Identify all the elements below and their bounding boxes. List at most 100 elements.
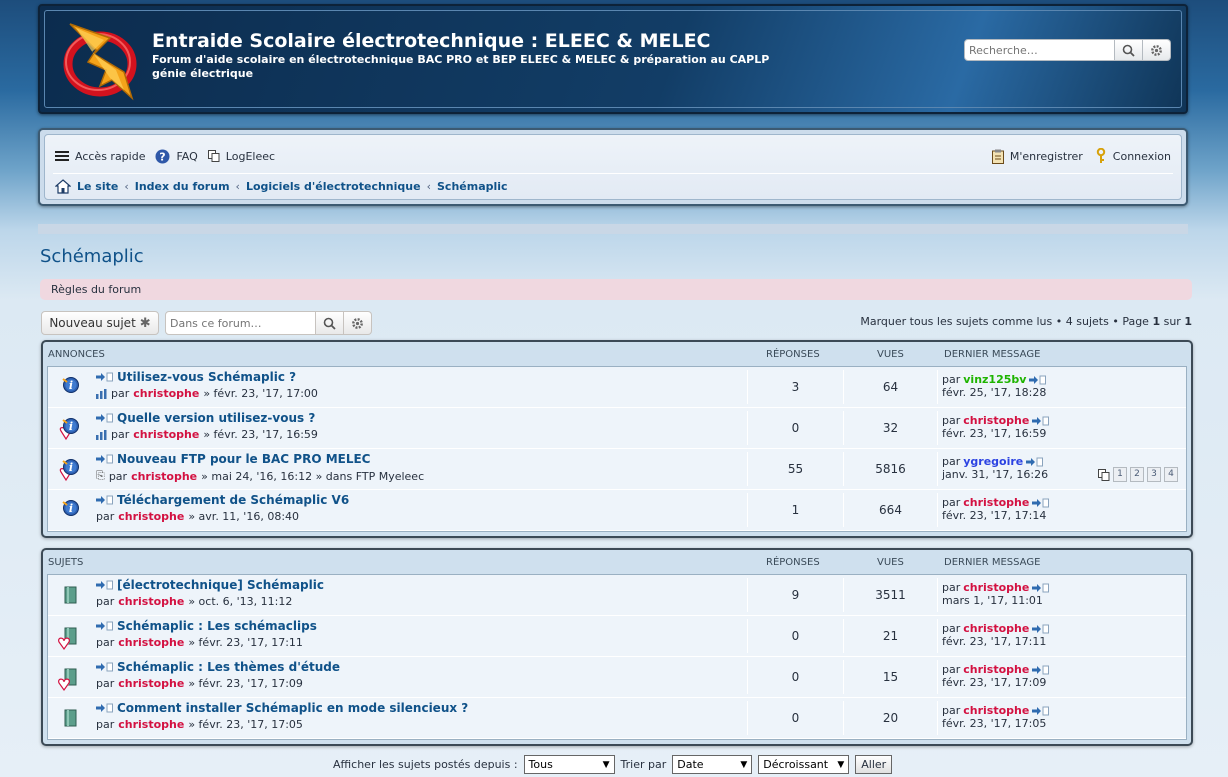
forum-search-input[interactable] [165, 311, 316, 335]
go-to-post-icon[interactable] [1032, 416, 1050, 426]
go-to-post-icon[interactable] [1032, 624, 1050, 634]
mark-read-link[interactable]: Marquer tous les sujets comme lus [860, 315, 1052, 328]
faq-link[interactable]: FAQ [176, 150, 197, 163]
by-label: par [96, 718, 115, 731]
site-logo-icon[interactable] [62, 20, 140, 102]
go-to-post-icon[interactable] [96, 621, 113, 631]
go-to-post-icon[interactable] [96, 372, 113, 382]
by-label: par [111, 387, 130, 400]
topic-row[interactable]: Schémaplic : Les schémaclips par christoph… [48, 616, 1186, 657]
announcements-list: i Utilisez-vous Schémaplic ? par christophe… [47, 366, 1187, 532]
go-to-post-icon[interactable] [1032, 706, 1050, 716]
go-to-post-icon[interactable] [1032, 583, 1050, 593]
go-to-post-icon[interactable] [1032, 665, 1050, 675]
header-search-button[interactable] [1115, 39, 1143, 61]
breadcrumb-forum-index[interactable]: Index du forum [135, 180, 230, 193]
topic-title-link[interactable]: Téléchargement de Schémaplic V6 [117, 493, 349, 507]
go-button[interactable]: Aller [855, 755, 893, 774]
topic-title-link[interactable]: Schémaplic : Les schémaclips [117, 619, 317, 633]
page-of: sur [1163, 315, 1181, 328]
topic-author-link[interactable]: christophe [133, 387, 199, 400]
topic-title-link[interactable]: [électrotechnique] Schémaplic [117, 578, 324, 592]
reply-count: 0 [791, 421, 800, 435]
topic-row[interactable]: i Quelle version utilisez-vous ? par christ… [48, 408, 1186, 449]
go-to-post-icon[interactable] [1029, 375, 1047, 385]
go-to-post-icon[interactable] [96, 580, 113, 590]
quick-access-link[interactable]: Accès rapide [75, 150, 145, 163]
go-to-post-icon[interactable] [96, 662, 113, 672]
column-divider [937, 370, 938, 404]
breadcrumb-category[interactable]: Logiciels d'électrotechnique [246, 180, 421, 193]
last-post-author-link[interactable]: christophe [963, 414, 1029, 427]
view-count: 32 [882, 421, 899, 435]
page-link[interactable]: 2 [1130, 467, 1144, 482]
page-title[interactable]: Schémaplic [40, 246, 144, 267]
topic-author-link[interactable]: christophe [131, 470, 197, 483]
topic-row[interactable]: Comment installer Schémaplic en mode sil… [48, 698, 1186, 739]
last-post-date: févr. 23, '17, 17:14 [942, 509, 1047, 522]
pagination-info: Marquer tous les sujets comme lus • 4 su… [860, 315, 1192, 328]
topic-title-link[interactable]: Comment installer Schémaplic en mode sil… [117, 701, 468, 715]
last-post-author-link[interactable]: christophe [963, 622, 1029, 635]
topic-row[interactable]: [électrotechnique] Schémaplic par christop… [48, 575, 1186, 616]
topic-author-link[interactable]: christophe [118, 636, 184, 649]
breadcrumb-separator: ‹ [426, 180, 431, 193]
topic-author-link[interactable]: christophe [118, 718, 184, 731]
site-title[interactable]: Entraide Scolaire électrotechnique : ELE… [152, 30, 711, 52]
topic-row[interactable]: Schémaplic : Les thèmes d'étude par christ… [48, 657, 1186, 698]
last-post-author-link[interactable]: ygregoire [963, 455, 1023, 468]
breadcrumb-current[interactable]: Schémaplic [437, 180, 508, 193]
go-to-post-icon[interactable] [96, 703, 113, 713]
show-since-label: Afficher les sujets postés depuis : [333, 758, 518, 771]
topic-author-link[interactable]: christophe [133, 428, 199, 441]
header-search-input[interactable] [964, 39, 1115, 61]
sort-order-select[interactable]: Décroissant ▼ [758, 755, 850, 774]
topic-meta: par christophe » févr. 23, '17, 17:09 [96, 677, 303, 690]
last-post-author-link[interactable]: christophe [963, 496, 1029, 509]
go-to-post-icon[interactable] [1032, 498, 1050, 508]
page-link[interactable]: 4 [1164, 467, 1178, 482]
topic-author-link[interactable]: christophe [118, 595, 184, 608]
header-advanced-search-button[interactable] [1143, 39, 1171, 61]
topic-title-link[interactable]: Schémaplic : Les thèmes d'étude [117, 660, 340, 674]
topic-row[interactable]: i Utilisez-vous Schémaplic ? par christophe… [48, 367, 1186, 408]
go-to-post-icon[interactable] [96, 454, 113, 464]
page-link[interactable]: 3 [1147, 467, 1161, 482]
last-post-author-link[interactable]: christophe [963, 581, 1029, 594]
topic-meta: par christophe » oct. 6, '13, 11:12 [96, 595, 292, 608]
logeleec-link[interactable]: LogEleec [226, 150, 275, 163]
new-topic-button[interactable]: Nouveau sujet ✱ [41, 311, 159, 335]
go-to-post-icon[interactable] [96, 495, 113, 505]
topic-count: 4 sujets [1065, 315, 1109, 328]
topic-author-link[interactable]: christophe [118, 510, 184, 523]
show-since-select[interactable]: Tous ▼ [523, 755, 615, 774]
dropdown-arrow-icon: ▼ [602, 759, 610, 770]
topic-row[interactable]: i Nouveau FTP pour le BAC PRO MELEC ⎘ par ch… [48, 449, 1186, 490]
login-link[interactable]: Connexion [1113, 150, 1171, 163]
go-to-post-icon[interactable] [96, 413, 113, 423]
forum-rules-bar[interactable]: Règles du forum [40, 279, 1192, 300]
page-current: 1 [1152, 315, 1161, 328]
last-post-author-link[interactable]: christophe [963, 704, 1029, 717]
forum-advanced-search-button[interactable] [344, 311, 372, 335]
sort-by-select[interactable]: Date ▼ [672, 755, 753, 774]
svg-text:i: i [69, 502, 73, 515]
register-link[interactable]: M'enregistrer [1010, 150, 1083, 163]
last-post-author-link[interactable]: christophe [963, 663, 1029, 676]
topic-title-link[interactable]: Nouveau FTP pour le BAC PRO MELEC [117, 452, 371, 466]
svg-text:i: i [69, 379, 73, 392]
last-post-cell: par christophe mars 1, '17, 11:01 [942, 581, 1050, 607]
last-post-author-link[interactable]: vinz125bv [963, 373, 1026, 386]
column-divider [937, 701, 938, 735]
topic-title-link[interactable]: Utilisez-vous Schémaplic ? [117, 370, 296, 384]
forum-search-button[interactable] [316, 311, 344, 335]
topic-title-link[interactable]: Quelle version utilisez-vous ? [117, 411, 315, 425]
breadcrumb-separator: ‹ [124, 180, 129, 193]
page-link[interactable]: 1 [1113, 467, 1127, 482]
topic-author-link[interactable]: christophe [118, 677, 184, 690]
gear-icon [352, 317, 363, 329]
last-post-date: févr. 23, '17, 17:05 [942, 717, 1047, 730]
go-to-post-icon[interactable] [1026, 457, 1044, 467]
topic-row[interactable]: i Téléchargement de Schémaplic V6 par chris… [48, 490, 1186, 531]
breadcrumb-site[interactable]: Le site [77, 180, 118, 193]
